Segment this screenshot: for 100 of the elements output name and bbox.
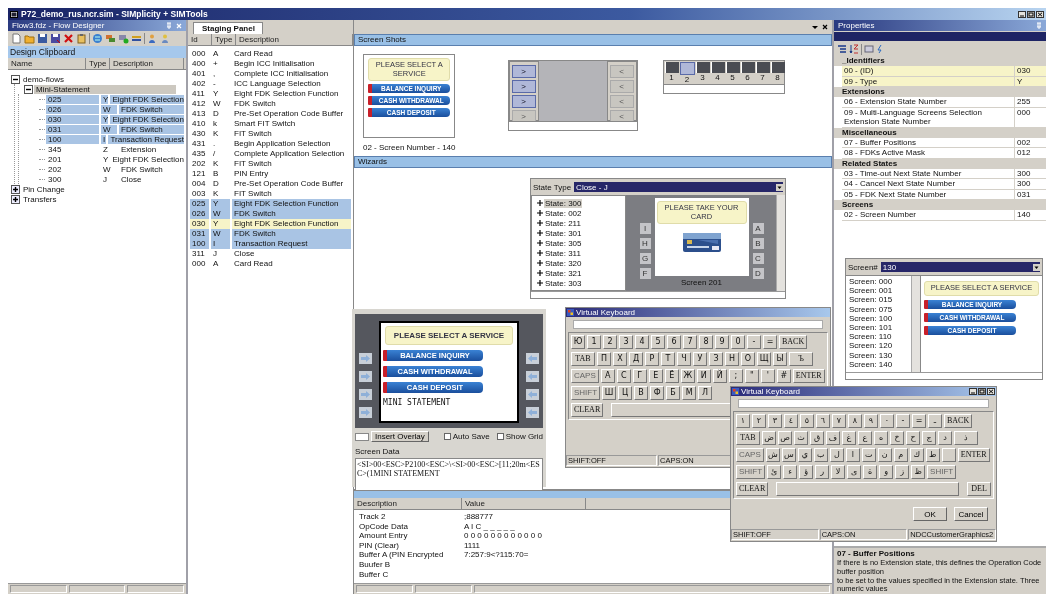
- key[interactable]: ذ: [954, 431, 978, 445]
- key[interactable]: -: [896, 414, 910, 428]
- key[interactable]: و: [879, 465, 894, 479]
- property-name[interactable]: 06 - Extension State Number: [842, 97, 1015, 107]
- id-cell[interactable]: 121: [190, 169, 209, 179]
- id-cell[interactable]: 100: [190, 239, 209, 249]
- property-value[interactable]: 000: [1015, 107, 1046, 127]
- key[interactable]: ك: [909, 448, 924, 462]
- key[interactable]: =: [763, 335, 777, 349]
- tree-item[interactable]: 026: [46, 104, 99, 114]
- property-category[interactable]: Related States: [834, 158, 1046, 169]
- key[interactable]: خ: [890, 431, 904, 445]
- fdk-key[interactable]: C: [752, 253, 764, 264]
- clipboard-icon[interactable]: [76, 33, 87, 44]
- panel-tab[interactable]: Staging Panel: [193, 22, 263, 34]
- key[interactable]: Й: [712, 369, 727, 383]
- key[interactable]: ص: [778, 431, 792, 445]
- expand-icon[interactable]: [11, 194, 20, 204]
- key[interactable]: Ы: [773, 352, 787, 366]
- key[interactable]: ٦: [816, 414, 830, 428]
- save-icon[interactable]: [50, 33, 61, 44]
- tree-item[interactable]: State: 300: [544, 198, 583, 208]
- maximize-icon[interactable]: [1027, 10, 1035, 18]
- screen-dropdown[interactable]: 130: [880, 262, 1040, 272]
- id-cell[interactable]: 401: [190, 69, 209, 79]
- page-icon[interactable]: [11, 33, 22, 44]
- key[interactable]: ت: [861, 448, 876, 462]
- dropdown-icon[interactable]: [812, 24, 818, 30]
- key[interactable]: 1: [587, 335, 601, 349]
- text-field[interactable]: [573, 320, 823, 329]
- property-name[interactable]: 05 - FDK Next State Number: [842, 189, 1015, 199]
- fdk-key[interactable]: I: [639, 223, 651, 234]
- key[interactable]: ح: [906, 431, 920, 445]
- column-header[interactable]: Type: [86, 58, 110, 69]
- id-cell[interactable]: 410: [190, 119, 209, 129]
- globe-icon[interactable]: [92, 33, 103, 44]
- id-cell[interactable]: 000: [190, 49, 209, 59]
- key[interactable]: У: [693, 352, 707, 366]
- key[interactable]: М: [682, 386, 697, 400]
- id-cell[interactable]: 402: [190, 79, 209, 89]
- tree-item[interactable]: State: 321: [544, 268, 583, 278]
- list-item[interactable]: Screen: 140: [849, 359, 911, 370]
- property-name[interactable]: 09 - Type: [842, 76, 1015, 86]
- arrow-icon[interactable]: [526, 370, 539, 382]
- key[interactable]: ا: [845, 448, 860, 462]
- expand-icon[interactable]: [537, 250, 543, 256]
- property-name[interactable]: 02 - Screen Number: [842, 210, 1015, 220]
- key[interactable]: Ч: [677, 352, 691, 366]
- key[interactable]: ENTER: [792, 369, 825, 383]
- key[interactable]: 7: [683, 335, 697, 349]
- key[interactable]: ؤ: [799, 465, 814, 479]
- key[interactable]: ٣: [768, 414, 782, 428]
- key[interactable]: 9: [715, 335, 729, 349]
- id-cell[interactable]: 000: [190, 259, 209, 269]
- property-name[interactable]: 00 - (ID): [842, 66, 1015, 76]
- tree-item[interactable]: 025: [46, 94, 99, 104]
- fdk-key[interactable]: F: [639, 268, 651, 279]
- key[interactable]: لا: [831, 465, 846, 479]
- key[interactable]: 5: [651, 335, 665, 349]
- key[interactable]: م: [893, 448, 908, 462]
- tree-item[interactable]: State: 303: [544, 278, 583, 288]
- property-category[interactable]: Screens: [834, 200, 1046, 210]
- key[interactable]: Ф: [650, 386, 665, 400]
- arrow-icon[interactable]: [526, 352, 539, 364]
- fdk-key[interactable]: >: [511, 80, 536, 93]
- tree-item[interactable]: demo-flows: [21, 74, 64, 84]
- key[interactable]: ر: [815, 465, 830, 479]
- id-cell[interactable]: 202: [190, 159, 209, 169]
- key[interactable]: ه: [874, 431, 888, 445]
- categorized-icon[interactable]: [837, 44, 847, 54]
- tree-item[interactable]: State: 211: [544, 218, 582, 228]
- fdk-key[interactable]: D: [752, 268, 764, 279]
- fdk-key[interactable]: >: [511, 95, 536, 108]
- column-header[interactable]: Description: [110, 58, 184, 69]
- key[interactable]: ز: [895, 465, 910, 479]
- key[interactable]: 4: [635, 335, 649, 349]
- id-cell[interactable]: 031: [190, 229, 209, 239]
- key[interactable]: ١: [736, 414, 750, 428]
- key[interactable]: Ъ: [789, 352, 813, 366]
- key[interactable]: 6: [667, 335, 681, 349]
- key[interactable]: Е: [648, 369, 663, 383]
- key[interactable]: SHIFT: [736, 465, 766, 479]
- id-cell[interactable]: 412: [190, 99, 209, 109]
- id-cell[interactable]: 025: [190, 199, 209, 209]
- expand-icon[interactable]: [537, 210, 543, 216]
- list-item[interactable]: Screen: 075: [849, 304, 911, 314]
- key[interactable]: Л: [698, 386, 713, 400]
- fdk-key[interactable]: <: [609, 80, 634, 93]
- expand-icon[interactable]: [537, 220, 543, 226]
- property-name[interactable]: 08 - FDKs Active Mask: [842, 148, 1015, 158]
- checkbox[interactable]: Auto Save: [443, 432, 490, 441]
- key[interactable]: Г: [632, 369, 647, 383]
- space-bar[interactable]: [776, 482, 959, 496]
- tree-item[interactable]: 201: [46, 154, 99, 164]
- collapse-icon[interactable]: [11, 74, 20, 84]
- key[interactable]: Н: [725, 352, 739, 366]
- key[interactable]: ٤: [784, 414, 798, 428]
- close-icon[interactable]: [822, 24, 828, 30]
- key[interactable]: ٧: [832, 414, 846, 428]
- key[interactable]: Б: [666, 386, 681, 400]
